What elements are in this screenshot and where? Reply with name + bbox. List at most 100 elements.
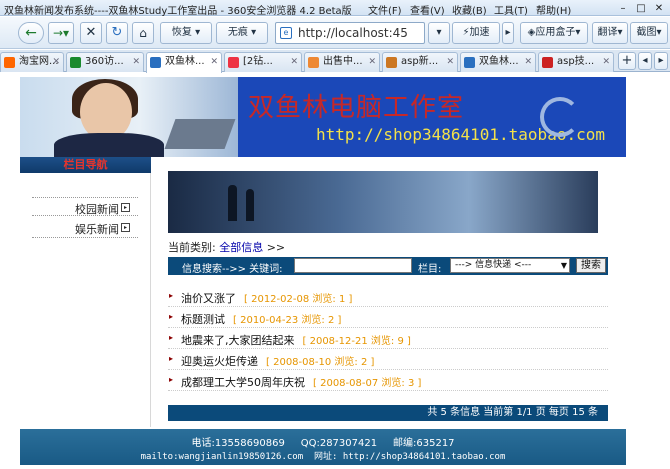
sidebar: 栏目导航 校园新闻 ▸ 娱乐新闻 ▸ — [20, 157, 151, 427]
news-views: 2 — [360, 357, 368, 368]
maximize-icon[interactable]: □ — [632, 3, 650, 14]
tab-asp-tech[interactable]: asp技... ✕ — [538, 52, 614, 72]
hero-figure — [228, 185, 237, 221]
shop-icon — [308, 57, 319, 68]
go-icon[interactable]: ▸ — [502, 22, 514, 44]
news-title[interactable]: 油价又涨了 — [181, 292, 236, 305]
window-controls: – □ ✕ — [614, 1, 668, 14]
banner-photo — [20, 77, 238, 157]
tab-close-icon[interactable]: ✕ — [132, 53, 140, 71]
news-views-label: 浏览: — [312, 294, 336, 305]
tab-close-icon[interactable]: ✕ — [210, 53, 218, 71]
page-icon: e — [280, 27, 292, 39]
arrow-right-icon[interactable]: ▸ — [121, 223, 130, 232]
window-titlebar: 双鱼林新闻发布系统----双鱼林Study工作室出品 - 360安全浏览器 4.… — [0, 0, 670, 17]
footer-contact: 电话:13558690869 QQ:287307421 邮编:635217 — [20, 434, 626, 449]
menu-favorites[interactable]: 收藏(B) — [452, 2, 494, 17]
menu-tools[interactable]: 工具(T) — [494, 2, 536, 17]
baidu-icon — [386, 57, 397, 68]
tab-360[interactable]: 360访... ✕ — [66, 52, 144, 72]
screenshot-label: 截图 — [636, 27, 657, 38]
news-item[interactable]: ▸ 成都理工大学50周年庆祝[ 2008-08-07 浏览: 3 ] — [168, 371, 608, 391]
restore-label: 恢复 — [171, 27, 192, 38]
arrow-right-icon[interactable]: ▸ — [121, 203, 130, 212]
address-bar[interactable]: e http://localhost:45 — [275, 22, 425, 44]
news-title[interactable]: 地震来了,大家团结起来 — [181, 334, 295, 347]
no-image-button[interactable]: 无痕 ▾ — [216, 22, 268, 44]
bullet-arrow-icon: ▸ — [169, 354, 174, 363]
news-views-label: 浏览: — [381, 378, 405, 389]
menu-bar: 文件(F) 查看(V) 收藏(B) 工具(T) 帮助(H) — [368, 2, 578, 17]
news-views-label: 浏览: — [334, 357, 358, 368]
column-select[interactable]: ---> 信息快递 <--- ▼ — [450, 258, 570, 273]
tab-close-icon[interactable]: ✕ — [52, 53, 60, 71]
keyword-input[interactable] — [294, 258, 412, 273]
news-title[interactable]: 迎奥运火炬传递 — [181, 355, 258, 368]
tab-close-icon[interactable]: ✕ — [368, 53, 376, 71]
news-item[interactable]: ▸ 迎奥运火炬传递[ 2008-08-10 浏览: 2 ] — [168, 350, 608, 370]
sidebar-header: 栏目导航 — [20, 157, 151, 173]
menu-file[interactable]: 文件(F) — [368, 2, 410, 17]
footer-mail-link[interactable]: mailto:wangjianlin19850126.com — [141, 452, 304, 462]
new-tab-icon[interactable]: + — [618, 52, 636, 70]
menu-help[interactable]: 帮助(H) — [536, 2, 578, 17]
translate-button[interactable]: 翻译▾ — [592, 22, 628, 44]
stop-icon[interactable]: ✕ — [80, 22, 102, 44]
address-input[interactable]: http://localhost:45 — [298, 26, 423, 40]
breadcrumb-link[interactable]: 全部信息 — [219, 241, 263, 254]
footer-phone: 电话:13558690869 — [191, 438, 285, 449]
tab-label: 360访... — [85, 56, 124, 67]
app-box-label: 应用盒子 — [535, 27, 576, 38]
news-date: 2008-08-07 — [320, 378, 379, 389]
tab-close-icon[interactable]: ✕ — [446, 53, 454, 71]
breadcrumb-prefix: 当前类别: — [168, 241, 216, 254]
banner-photo-body — [54, 133, 164, 157]
taobao-icon — [4, 57, 15, 68]
home-icon[interactable]: ⌂ — [132, 22, 154, 44]
site-footer: 电话:13558690869 QQ:287307421 邮编:635217 ma… — [20, 429, 626, 465]
tab-close-icon[interactable]: ✕ — [524, 53, 532, 71]
tab-scroll-left-icon[interactable]: ◂ — [638, 52, 652, 70]
tab-2zuan[interactable]: [2钻... ✕ — [224, 52, 302, 72]
tab-label: 出售中... — [323, 56, 363, 67]
close-icon[interactable]: ✕ — [650, 3, 668, 14]
tab-selling[interactable]: 出售中... ✕ — [304, 52, 380, 72]
back-arrow-icon[interactable]: ← — [18, 22, 44, 44]
column-label: 栏目: — [418, 264, 442, 275]
tab-asp-new[interactable]: asp新... ✕ — [382, 52, 458, 72]
forward-arrow-icon[interactable]: →▾ — [48, 22, 74, 44]
screenshot-button[interactable]: 截图▾ — [630, 22, 668, 44]
tab-shuangyulin[interactable]: 双鱼林... ✕ — [460, 52, 536, 72]
bullet-arrow-icon: ▸ — [169, 291, 174, 300]
minimize-icon[interactable]: – — [614, 3, 632, 14]
search-button[interactable]: 搜索 — [576, 258, 606, 273]
dropdown-chevron-icon[interactable]: ▾ — [428, 22, 450, 44]
restore-button[interactable]: 恢复 ▾ — [160, 22, 212, 44]
tab-close-icon[interactable]: ✕ — [290, 53, 298, 71]
news-views-label: 浏览: — [370, 336, 395, 347]
news-item[interactable]: ▸ 标题测试[ 2010-04-23 浏览: 2 ] — [168, 308, 608, 328]
news-title[interactable]: 成都理工大学50周年庆祝 — [181, 376, 305, 389]
ie-page-icon — [464, 57, 475, 68]
tab-strip: 淘宝网... ✕ 360访... ✕ 双鱼林... ✕ [2钻... ✕ 出售中... ✕… — [0, 50, 670, 73]
footer-links: mailto:wangjianlin19850126.com 网址: http:… — [20, 449, 626, 462]
sidebar-item-entertainment-news[interactable]: 娱乐新闻 — [75, 221, 119, 237]
tab-shuangyulin-active[interactable]: 双鱼林... ✕ — [146, 52, 222, 73]
ie-page-icon — [150, 57, 161, 68]
tab-close-icon[interactable]: ✕ — [602, 53, 610, 71]
window-title: 双鱼林新闻发布系统----双鱼林Study工作室出品 - 360安全浏览器 4.… — [4, 6, 352, 17]
tab-taobao[interactable]: 淘宝网... ✕ — [0, 52, 64, 72]
360-icon — [70, 57, 81, 68]
app-box-button[interactable]: ◈应用盒子▾ — [520, 22, 588, 44]
refresh-icon[interactable]: ↻ — [106, 22, 128, 44]
news-item[interactable]: ▸ 油价又涨了[ 2012-02-08 浏览: 1 ] — [168, 287, 608, 307]
menu-view[interactable]: 查看(V) — [410, 2, 452, 17]
browser-toolbar: ← →▾ ✕ ↻ ⌂ 恢复 ▾ 无痕 ▾ e http://localhost:… — [0, 17, 670, 49]
news-date: 2010-04-23 — [240, 315, 299, 326]
footer-site-link[interactable]: 网址: http://shop34864101.taobao.com — [314, 452, 505, 462]
tab-scroll-right-icon[interactable]: ▸ — [654, 52, 668, 70]
news-item[interactable]: ▸ 地震来了,大家团结起来[ 2008-12-21 浏览: 9 ] — [168, 329, 608, 349]
news-date: 2012-02-08 — [251, 294, 310, 305]
accelerate-button[interactable]: ⚡加速 — [452, 22, 500, 44]
news-title[interactable]: 标题测试 — [181, 313, 225, 326]
